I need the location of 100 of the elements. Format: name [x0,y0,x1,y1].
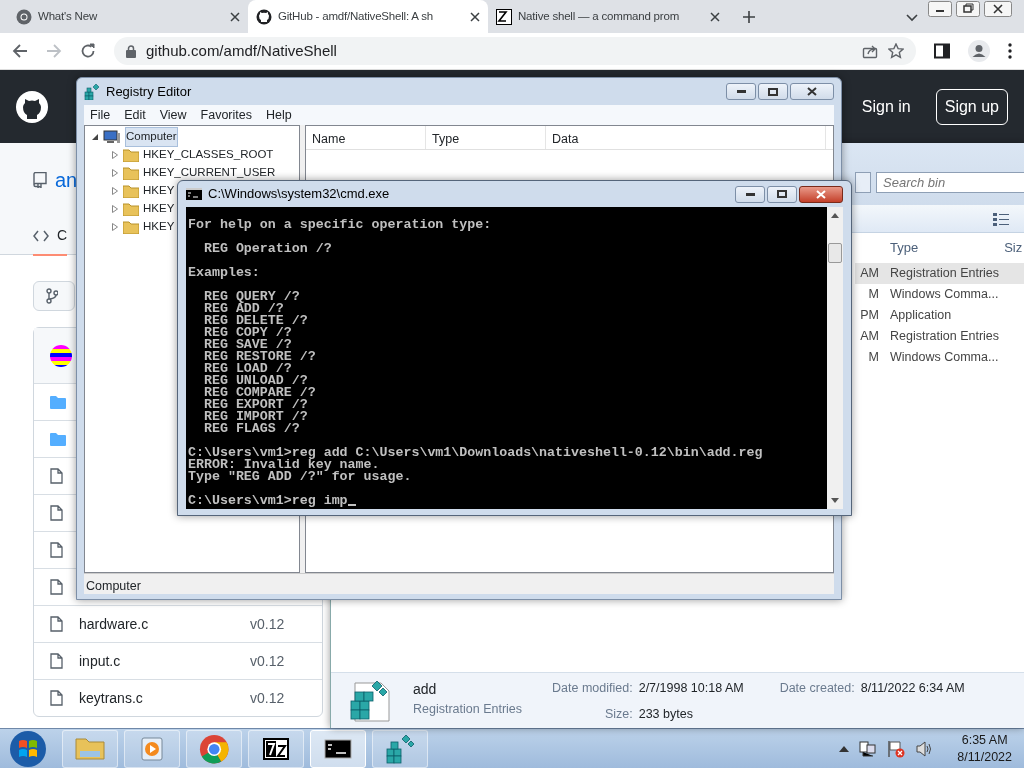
close-icon [807,87,817,96]
profile-icon[interactable] [968,40,990,62]
collapsed-arrow-icon[interactable] [111,187,119,195]
column-header[interactable]: Data [546,126,826,149]
file-row[interactable]: AM Registration Entries [855,263,1024,284]
view-icon[interactable] [993,212,1009,226]
cat-logo-icon[interactable] [16,90,48,123]
window-title: Registry Editor [106,82,192,101]
scrollbar[interactable] [827,207,843,509]
file-link[interactable]: hardware.c [79,613,234,635]
console-line: For help on a specific operation type: [188,219,493,231]
expanded-arrow-icon[interactable] [91,133,99,141]
start-button[interactable] [8,729,48,768]
back-icon[interactable] [12,43,28,59]
search-field[interactable]: Search bin [876,172,1024,193]
console-line: ERROR: Invalid key name. [188,459,380,471]
taskbar-button[interactable] [310,729,366,768]
star-icon[interactable] [888,43,904,59]
sign-up-button[interactable]: Sign up [935,88,1008,125]
text-cursor [347,504,356,506]
tray-arrow-icon[interactable] [839,745,850,752]
minimize-button[interactable] [726,83,756,100]
folder-icon [123,184,139,198]
menu-icon[interactable] [1008,43,1012,59]
file-icon [50,579,63,595]
tree-item[interactable]: HKEY [143,218,175,236]
sidebar-icon[interactable] [934,43,950,59]
file-row[interactable]: PM Application [855,305,1024,326]
flag-error-icon[interactable] [887,739,906,758]
console-line: REG DELETE /? [202,315,309,327]
file-row[interactable]: AM Registration Entries [855,326,1024,347]
collapsed-arrow-icon[interactable] [111,169,119,177]
browser-tab[interactable]: Native shell — a command prom [488,0,728,33]
maximize-button[interactable] [758,83,788,100]
commit-message[interactable]: v0.12 [250,650,285,672]
sign-in-link[interactable]: Sign in [852,88,920,125]
close-icon[interactable] [710,11,720,22]
column-header[interactable]: Type [426,126,546,149]
scroll-up-icon [831,213,839,218]
status-bar: Computer [84,573,834,594]
column-header[interactable]: Name [306,126,426,149]
menu-item[interactable]: View [153,105,193,125]
maximize-icon [777,190,787,198]
new-tab-icon[interactable] [742,10,756,24]
console-line: Examples: [188,267,261,279]
close-icon[interactable] [470,11,480,22]
back-button[interactable] [855,172,871,193]
file-row[interactable]: M Windows Comma... [855,347,1024,368]
menu-item[interactable]: Help [260,105,298,125]
close-button[interactable] [799,185,843,203]
tree-item[interactable]: Computer [125,127,178,147]
file-name: add [413,680,438,699]
folder-icon [50,432,66,446]
lock-icon [126,44,136,58]
scroll-thumb[interactable] [828,243,842,263]
restore-icon[interactable] [956,1,980,17]
browser-tab[interactable]: What's New [8,0,248,33]
commit-message[interactable]: v0.12 [250,613,285,635]
close-icon[interactable] [230,11,240,22]
collapsed-arrow-icon[interactable] [111,151,119,159]
tree-item[interactable]: HKEY [143,200,175,218]
console-line: REG COMPARE /? [202,387,317,399]
letter-logo-icon [496,8,512,25]
reload-icon[interactable] [80,43,96,59]
tree-item[interactable]: HKEY_CLASSES_ROOT [143,146,274,164]
code-tab[interactable]: C [33,225,68,256]
maximize-button[interactable] [767,185,797,203]
minimize-icon[interactable] [928,1,952,17]
tree-item[interactable]: HKEY [143,182,175,200]
repo-title-link[interactable]: an [55,165,78,195]
menu-item[interactable]: Favorites [194,105,258,125]
commit-message[interactable]: v0.12 [250,687,285,709]
tree-item[interactable]: HKEY_CURRENT_USER [143,164,276,182]
field-value: 8/11/2022 6:34 AM [860,680,965,697]
collapsed-arrow-icon[interactable] [111,205,119,213]
minimize-icon [736,90,746,93]
branch-button[interactable] [33,281,75,311]
maximize-icon [768,87,778,96]
file-link[interactable]: keytrans.c [79,687,234,709]
close-icon[interactable] [984,1,1012,17]
menu-item[interactable]: File [84,105,117,125]
close-button[interactable] [790,83,834,100]
volume-icon[interactable] [915,739,934,758]
file-row[interactable]: M Windows Comma... [855,284,1024,305]
menu-item[interactable]: Edit [118,105,152,125]
minimize-button[interactable] [735,185,765,203]
share-icon[interactable] [862,43,878,59]
chevron-down-icon[interactable] [906,14,918,22]
clock[interactable]: 6:35 AM 8/11/2022 [957,731,1012,766]
console-line: REG IMPORT /? [202,411,309,423]
collapsed-arrow-icon[interactable] [111,223,119,231]
branch-icon [46,288,58,304]
browser-tab[interactable]: GitHub - amdf/NativeShell: A sh [248,0,488,33]
column-header[interactable]: Siz [1004,238,1023,258]
console-line: C:\Users\vm1>reg add C:\Users\vm1\Downloads\nativeshell-0.12\bin\add.reg [188,447,764,459]
network-icon[interactable] [859,739,878,758]
column-header[interactable]: Type [890,238,919,258]
taskbar-button[interactable] [248,729,304,768]
file-link[interactable]: input.c [79,650,234,672]
address-field[interactable]: github.com/amdf/NativeShell [114,37,916,65]
